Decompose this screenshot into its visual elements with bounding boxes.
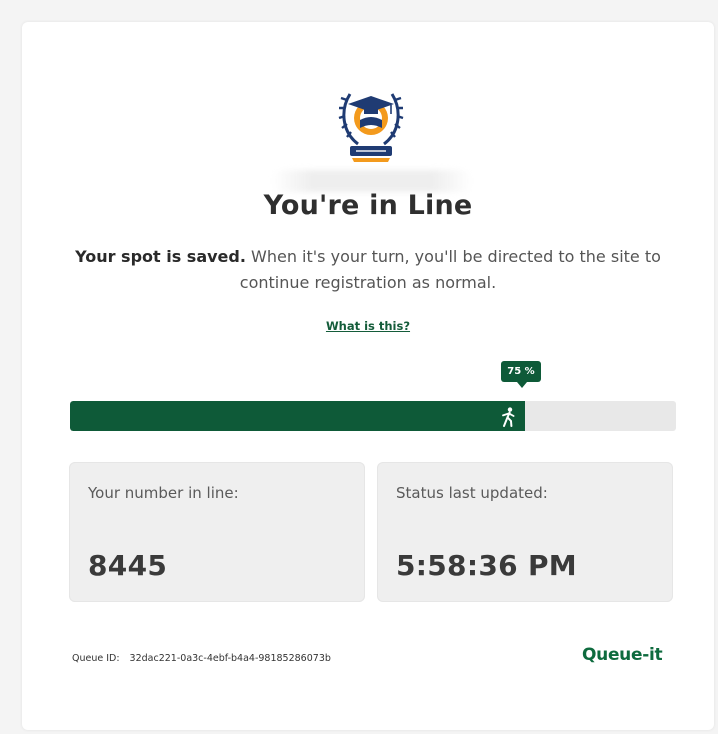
status-updated-value: 5:58:36 PM	[396, 549, 577, 582]
walking-person-icon	[502, 407, 515, 427]
page-title: You're in Line	[263, 190, 473, 221]
status-message-strong: Your spot is saved.	[75, 247, 246, 266]
queue-number-value: 8445	[88, 549, 168, 582]
queue-number-label: Your number in line:	[88, 484, 239, 502]
queue-number-box: Your number in line: 8445	[69, 462, 365, 602]
school-logo-icon	[338, 93, 404, 162]
progress-bar	[70, 401, 676, 431]
queue-id: Queue ID: 32dac221-0a3c-4ebf-b4a4-9818528…	[72, 653, 331, 664]
queue-id-value: 32dac221-0a3c-4ebf-b4a4-98185286073b	[129, 653, 331, 664]
queue-card: You're in Line Your spot is saved. When …	[22, 22, 714, 730]
status-updated-label: Status last updated:	[396, 484, 548, 502]
what-is-this-link[interactable]: What is this?	[22, 319, 714, 333]
status-message-text: When it's your turn, you'll be directed …	[239, 247, 661, 292]
status-updated-box: Status last updated: 5:58:36 PM	[377, 462, 673, 602]
status-message: Your spot is saved. When it's your turn,…	[62, 244, 674, 296]
queue-id-label: Queue ID:	[72, 653, 120, 664]
blurred-brand-text	[272, 170, 472, 192]
progress-percent-badge: 75 %	[501, 361, 541, 388]
progress-bar-fill	[70, 401, 525, 431]
queue-it-logo[interactable]: Queue-it	[582, 645, 663, 665]
